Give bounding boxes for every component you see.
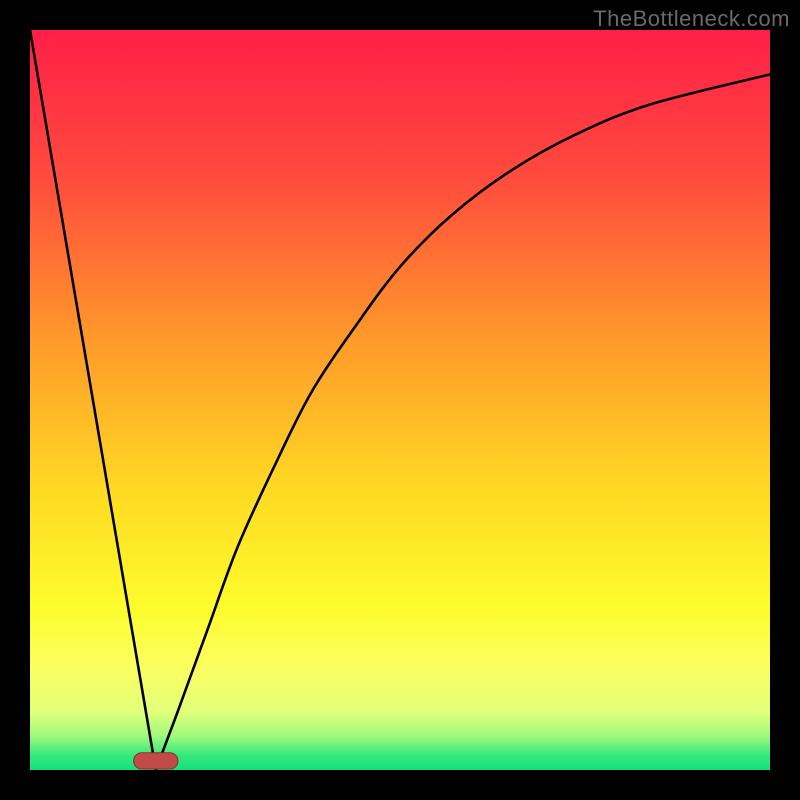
plot-area [30,30,770,770]
watermark-text: TheBottleneck.com [593,6,790,32]
chart-svg [30,30,770,770]
chart-frame: TheBottleneck.com [0,0,800,800]
gradient-background [30,30,770,770]
optimum-marker [134,753,178,769]
